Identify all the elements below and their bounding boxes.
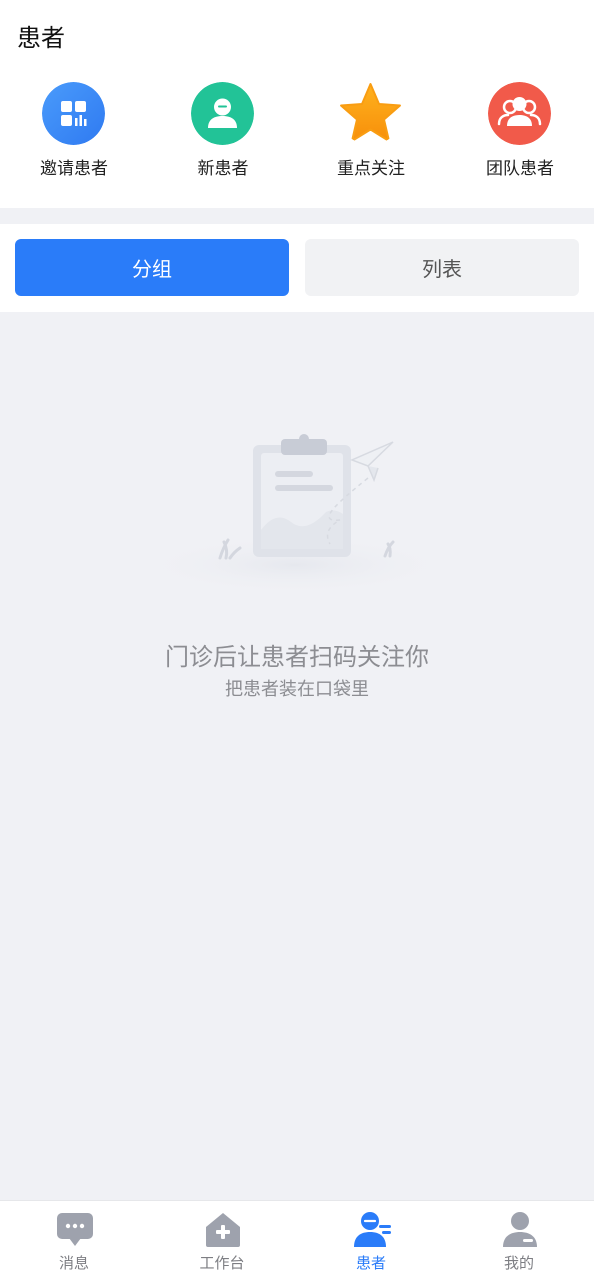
shortcut-label: 重点关注 [337,159,405,179]
workbench-icon [206,1213,240,1247]
empty-state-illustration [135,434,455,595]
empty-state-subtitle: 把患者装在口袋里 [225,679,369,700]
invite-patient-shortcut[interactable]: 邀请患者 [9,82,139,182]
team-patient-shortcut[interactable]: 团队患者 [455,82,585,182]
profile-icon [503,1212,537,1247]
shortcut-grid: 邀请患者 新患者 重点关注 团队患者 [0,82,594,182]
view-toggle: 分组 列表 [0,224,594,312]
new-patient-icon [191,82,254,145]
nav-label: 我的 [503,1254,534,1272]
nav-label: 工作台 [199,1254,245,1272]
empty-state-title: 门诊后让患者扫码关注你 [165,643,429,671]
qr-code-icon [42,82,105,145]
bottom-nav: 消息 工作台 患者 我的 [0,1200,594,1280]
shortcut-label: 新患者 [197,159,249,179]
page-title: 患者 [17,24,65,52]
key-attention-shortcut[interactable]: 重点关注 [306,82,436,182]
nav-patients[interactable]: 患者 [297,1201,445,1280]
shortcut-label: 团队患者 [486,159,554,179]
tab-group[interactable]: 分组 [15,239,289,296]
nav-messages[interactable]: 消息 [0,1201,148,1280]
star-icon [340,83,401,142]
header: 患者 邀请患者 新患者 重点关注 团队患者 [0,0,594,208]
shortcut-label: 邀请患者 [40,159,108,179]
nav-workbench[interactable]: 工作台 [148,1201,296,1280]
team-icon [488,82,551,145]
new-patient-shortcut[interactable]: 新患者 [158,82,288,182]
nav-profile[interactable]: 我的 [445,1201,593,1280]
patient-icon [354,1212,391,1247]
tab-list[interactable]: 列表 [305,239,579,296]
message-icon [57,1213,93,1246]
nav-label: 消息 [58,1254,89,1272]
nav-label: 患者 [355,1254,386,1272]
